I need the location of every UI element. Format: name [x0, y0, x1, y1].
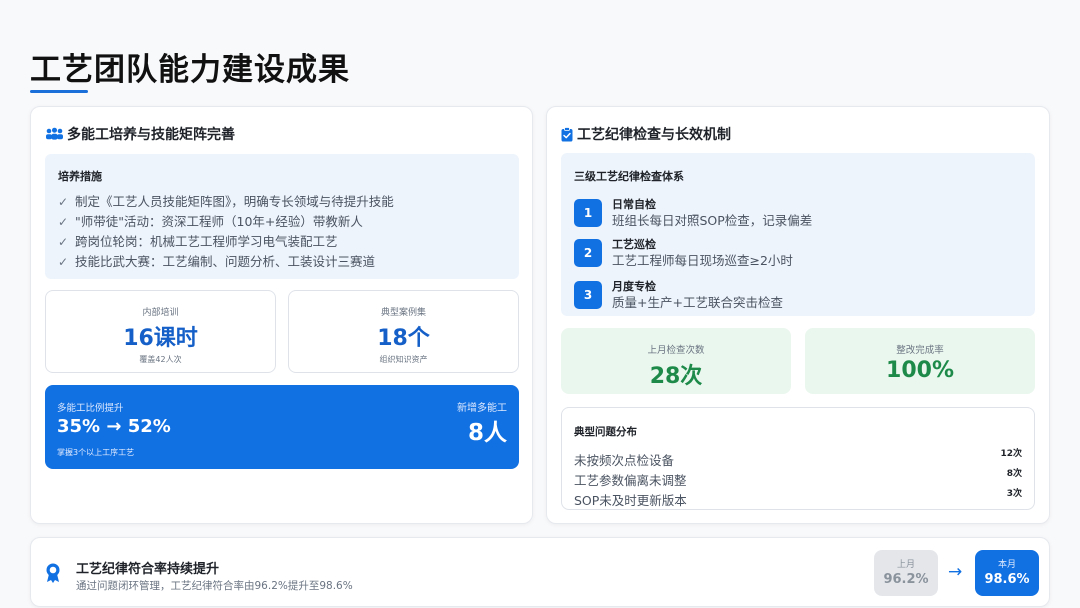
last-month-rate: 上月 96.2% [874, 550, 938, 596]
issue-count: 8次 [1006, 469, 1022, 479]
title-underline [30, 90, 88, 93]
issue-count: 12次 [1000, 449, 1022, 459]
stat-value: 100% [886, 358, 954, 383]
compliance-desc: 通过问题闭环管理，工艺纪律符合率由96.2%提升至98.6% [76, 580, 353, 592]
multiskill-note: 掌握3个以上工序工艺 [57, 448, 135, 457]
issue-distribution-box: 典型问题分布 未按频次点检设备 12次 工艺参数偏离未调整 8次 SOP未及时更… [561, 407, 1035, 510]
this-month-rate: 本月 98.6% [975, 550, 1039, 596]
step-number: 2 [574, 239, 602, 267]
stat-note: 覆盖42人次 [139, 355, 182, 364]
list-item: 未按频次点检设备 12次 [574, 446, 1022, 468]
checks-stat-card: 上月检查次数 28次 [561, 328, 791, 394]
rectification-rate-card: 整改完成率 100% [805, 328, 1035, 394]
list-item: ✓ 制定《工艺人员技能矩阵图》，明确专长领域与待提升技能 [58, 192, 394, 212]
page-title: 工艺团队能力建设成果 [30, 52, 350, 88]
skills-panel: 多能工培养与技能矩阵完善 培养措施 ✓ 制定《工艺人员技能矩阵图》，明确专长领域与… [30, 106, 533, 524]
stat-label: 上月检查次数 [647, 345, 705, 356]
compare-label: 上月 [896, 560, 915, 570]
compare-label: 本月 [997, 560, 1016, 570]
award-icon [45, 563, 61, 587]
measures-list: ✓ 制定《工艺人员技能矩阵图》，明确专长领域与待提升技能 ✓ "师带徒"活动：资深工… [58, 192, 394, 272]
step-name: 月度专检 [612, 279, 656, 293]
step-patrol: 2 工艺巡检 工艺工程师每日现场巡查≥2小时 [574, 237, 793, 269]
multiskill-label: 多能工比例提升 [57, 403, 124, 414]
skills-panel-header: 多能工培养与技能矩阵完善 [45, 124, 235, 144]
discipline-panel-title: 工艺纪律检查与长效机制 [577, 127, 731, 143]
stat-label: 内部培训 [142, 308, 179, 318]
step-daily: 1 日常自检 班组长每日对照SOP检查，记录偏差 [574, 197, 812, 229]
check-icon: ✓ [58, 195, 69, 209]
list-item: SOP未及时更新版本 3次 [574, 486, 1022, 508]
step-number: 1 [574, 199, 602, 227]
stat-note: 组织知识资产 [379, 355, 428, 364]
check-icon: ✓ [58, 255, 69, 269]
compliance-title: 工艺纪律符合率持续提升 [76, 562, 220, 577]
multiskill-card: 多能工比例提升 35% → 52% 掌握3个以上工序工艺 新增多能工 8人 [45, 385, 519, 469]
step-name: 日常自检 [612, 197, 656, 211]
list-item: ✓ 跨岗位轮岗：机械工艺工程师学习电气装配工艺 [58, 232, 394, 252]
issues-title: 典型问题分布 [574, 426, 637, 438]
step-name: 工艺巡检 [612, 237, 656, 251]
clipboard-check-icon [561, 126, 573, 142]
step-monthly: 3 月度专检 质量+生产+工艺联合突击检查 [574, 279, 783, 311]
check-icon: ✓ [58, 215, 69, 229]
step-desc: 工艺工程师每日现场巡查≥2小时 [612, 252, 793, 268]
arrow-right-icon: → [948, 562, 963, 582]
inspection-system-box: 三级工艺纪律检查体系 1 日常自检 班组长每日对照SOP检查，记录偏差 2 工艺… [561, 153, 1035, 316]
list-item: 工艺参数偏离未调整 8次 [574, 466, 1022, 488]
compare-value: 96.2% [883, 572, 929, 587]
discipline-panel-header: 工艺纪律检查与长效机制 [561, 124, 731, 144]
list-item: ✓ 技能比武大赛：工艺编制、问题分析、工装设计三赛道 [58, 252, 394, 272]
training-measures-box: 培养措施 ✓ 制定《工艺人员技能矩阵图》，明确专长领域与待提升技能 ✓ "师带徒"活… [45, 154, 519, 279]
training-stat-card: 内部培训 16课时 覆盖42人次 [45, 290, 276, 373]
users-icon [45, 127, 63, 141]
stat-value: 28次 [649, 364, 703, 389]
stat-value: 16课时 [123, 326, 198, 351]
new-multiskill-label: 新增多能工 [457, 403, 507, 414]
stat-label: 整改完成率 [896, 345, 944, 356]
step-number: 3 [574, 281, 602, 309]
system-title: 三级工艺纪律检查体系 [574, 170, 684, 183]
step-desc: 班组长每日对照SOP检查，记录偏差 [612, 212, 813, 228]
skills-panel-title: 多能工培养与技能矩阵完善 [67, 127, 235, 143]
cases-stat-card: 典型案例集 18个 组织知识资产 [288, 290, 519, 373]
discipline-panel: 工艺纪律检查与长效机制 三级工艺纪律检查体系 1 日常自检 班组长每日对照SOP… [546, 106, 1050, 524]
stat-value: 18个 [377, 326, 430, 351]
issue-count: 3次 [1006, 489, 1022, 499]
check-icon: ✓ [58, 235, 69, 249]
compliance-banner: 工艺纪律符合率持续提升 通过问题闭环管理，工艺纪律符合率由96.2%提升至98.… [30, 537, 1050, 607]
measures-title: 培养措施 [58, 170, 102, 183]
stat-label: 典型案例集 [380, 308, 426, 318]
issue-label: SOP未及时更新版本 [574, 493, 687, 508]
list-item: ✓ "师带徒"活动：资深工程师（10年+经验）带教新人 [58, 212, 394, 232]
step-desc: 质量+生产+工艺联合突击检查 [612, 294, 783, 310]
multiskill-value: 35% → 52% [57, 416, 171, 437]
new-multiskill-value: 8人 [467, 420, 507, 446]
compare-value: 98.6% [984, 572, 1030, 587]
